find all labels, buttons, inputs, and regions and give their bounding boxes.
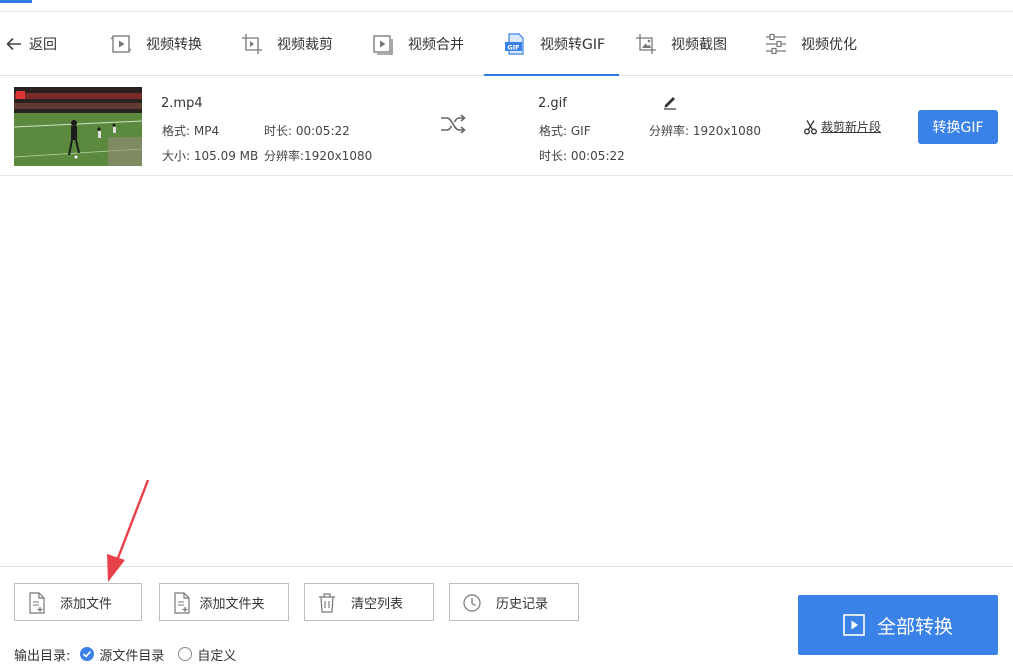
source-filename: 2.mp4 (161, 96, 203, 111)
convert-all-label: 全部转换 (876, 615, 953, 638)
scissors-icon (804, 119, 817, 134)
add-file-label: 添加文件 (59, 596, 112, 612)
svg-text:GIF: GIF (507, 43, 519, 51)
tab-label: 视频合并 (408, 36, 464, 53)
cut-new-clip-label: 裁剪新片段 (821, 120, 882, 134)
radio-source-dir[interactable] (80, 647, 95, 661)
output-format: 格式: GIF (539, 124, 591, 138)
source-size: 大小: 105.09 MB (162, 149, 259, 163)
output-directory-label: 输出目录: (14, 648, 71, 664)
file-list-row[interactable]: 2.mp4 格式: MP4 时长: 00:05:22 大小: 105.09 MB… (0, 76, 1013, 176)
add-file-button[interactable]: 添加文件 (14, 583, 142, 621)
red-arrow-annotation (107, 479, 150, 582)
convert-all-button[interactable]: 全部转换 (798, 595, 998, 655)
tab-video-screenshot[interactable]: 视频截图 (635, 12, 727, 75)
output-directory-row: 输出目录: 源文件目录 自定义 (14, 645, 250, 664)
output-duration: 时长: 00:05:22 (539, 149, 625, 163)
video-crop-icon (242, 33, 262, 54)
source-duration: 时长: 00:05:22 (264, 124, 350, 138)
shuffle-icon (441, 114, 466, 134)
play-icon (843, 614, 865, 636)
video-thumbnail (14, 87, 142, 166)
back-button[interactable]: 返回 (5, 33, 57, 55)
tab-video-to-gif[interactable]: GIF 视频转GIF (483, 12, 620, 76)
top-nav: 返回 视频转换 视频裁剪 视频合并 GIF 视频转GIF 视频截图 视频优化 (0, 12, 1013, 76)
video-convert-icon (110, 34, 132, 53)
tab-label: 视频截图 (671, 36, 727, 53)
tab-label: 视频优化 (801, 36, 857, 53)
back-label: 返回 (29, 37, 57, 53)
app-window: 返回 视频转换 视频裁剪 视频合并 GIF 视频转GIF 视频截图 视频优化 2… (0, 0, 1013, 667)
tab-video-crop[interactable]: 视频裁剪 (241, 12, 333, 75)
tab-video-convert[interactable]: 视频转换 (110, 12, 202, 75)
output-resolution: 分辨率: 1920x1080 (649, 124, 762, 138)
history-button[interactable]: 历史记录 (449, 583, 579, 621)
radio-custom-dir[interactable] (178, 647, 193, 661)
tab-label: 视频裁剪 (277, 36, 333, 53)
check-icon (83, 650, 92, 658)
clear-list-button[interactable]: 清空列表 (304, 583, 434, 621)
tab-label: 视频转GIF (540, 36, 606, 53)
convert-gif-button[interactable]: 转换GIF (918, 110, 998, 144)
gif-icon: GIF (505, 32, 524, 55)
source-dir-label[interactable]: 源文件目录 (99, 645, 164, 664)
source-resolution: 分辨率:1920x1080 (264, 149, 373, 163)
history-label: 历史记录 (495, 596, 548, 612)
cut-new-clip-link[interactable]: 裁剪新片段 (803, 118, 881, 135)
football-scene-image (14, 87, 142, 166)
title-strip (0, 0, 1013, 12)
pencil-icon[interactable] (662, 94, 678, 110)
sliders-icon (766, 33, 786, 54)
add-folder-button[interactable]: 添加文件夹 (159, 583, 289, 621)
accent-mark (0, 0, 32, 3)
output-filename: 2.gif (538, 96, 567, 111)
arrow-left-icon (6, 37, 21, 51)
add-folder-label: 添加文件夹 (199, 596, 265, 612)
clear-list-label: 清空列表 (350, 596, 403, 612)
source-format: 格式: MP4 (162, 124, 220, 138)
video-merge-icon (373, 34, 393, 55)
tab-label: 视频转换 (146, 36, 202, 53)
tab-video-merge[interactable]: 视频合并 (372, 12, 464, 75)
tab-video-optimize[interactable]: 视频优化 (765, 12, 857, 75)
custom-dir-label[interactable]: 自定义 (197, 645, 236, 664)
screenshot-icon (636, 33, 656, 54)
